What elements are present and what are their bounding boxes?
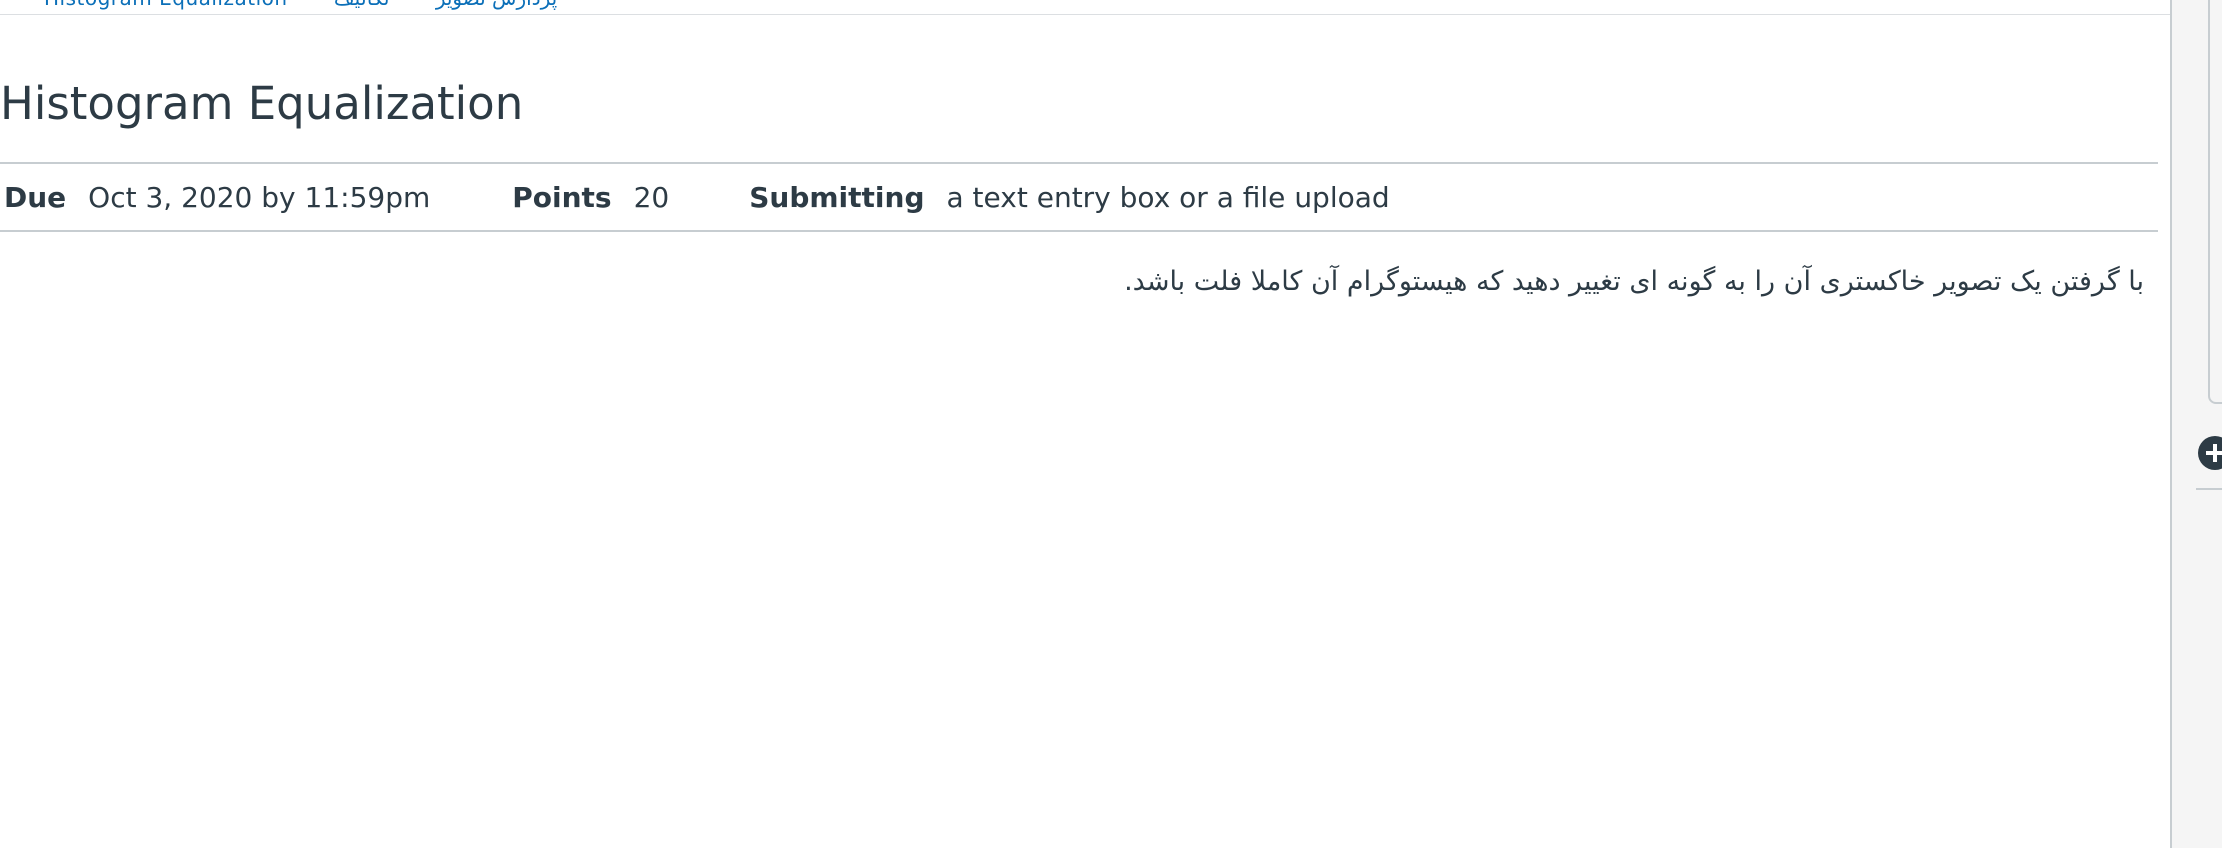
breadcrumb-item-course[interactable]: پردازش تصویر — [436, 0, 557, 10]
due-group: Due Oct 3, 2020 by 11:59pm — [4, 181, 430, 214]
submitting-label: Submitting — [749, 180, 925, 214]
due-label: Due — [4, 180, 67, 214]
due-value: Oct 3, 2020 by 11:59pm — [88, 180, 431, 214]
assignment-page: پردازش تصویر تکالیف Histogram Equalizati… — [0, 0, 2222, 848]
points-group: Points 20 — [512, 181, 669, 214]
page-title: Histogram Equalization — [0, 77, 524, 130]
plus-glyph — [2206, 444, 2222, 462]
submitting-value: a text entry box or a file upload — [946, 180, 1390, 214]
assignment-details: Due Oct 3, 2020 by 11:59pm Points 20 Sub… — [0, 162, 2158, 232]
side-panel-frame — [2208, 0, 2222, 404]
points-value: 20 — [633, 180, 670, 214]
breadcrumb-item-current[interactable]: Histogram Equalization — [44, 0, 288, 10]
breadcrumb-bar: پردازش تصویر تکالیف Histogram Equalizati… — [0, 0, 2170, 15]
right-side-panel — [2170, 0, 2222, 848]
breadcrumb-item-assignments[interactable]: تکالیف — [334, 0, 390, 10]
points-label: Points — [512, 180, 612, 214]
assignment-description: با گرفتن یک تصویر خاکستری آن را به گونه … — [1124, 266, 2144, 297]
plus-circle-icon[interactable] — [2198, 436, 2222, 470]
breadcrumb: پردازش تصویر تکالیف Histogram Equalizati… — [4, 0, 557, 10]
submitting-group: Submitting a text entry box or a file up… — [749, 181, 1389, 214]
side-divider — [2196, 488, 2222, 490]
